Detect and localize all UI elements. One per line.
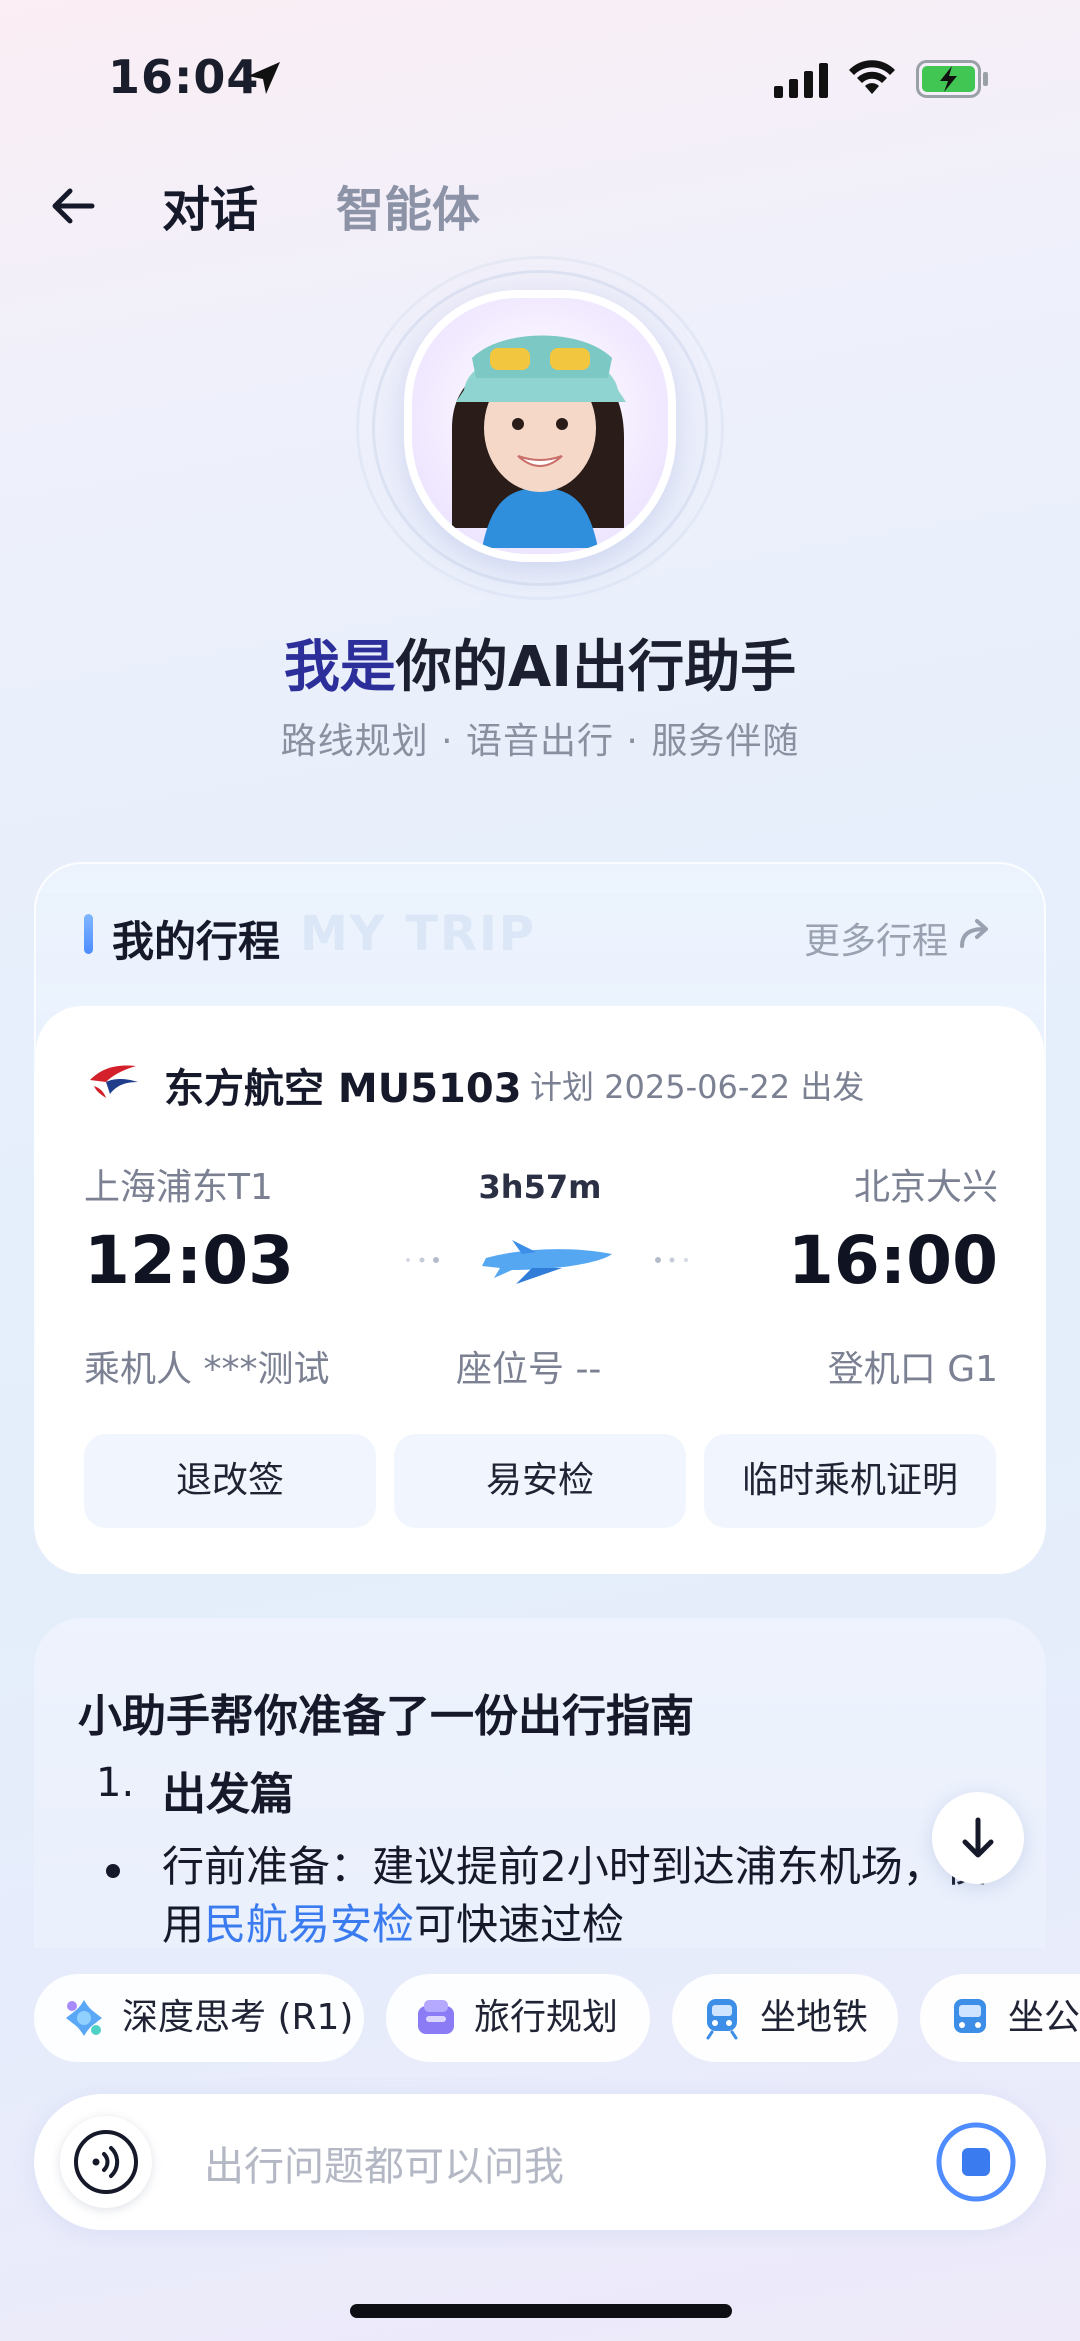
assistant-avatar-area (352, 256, 728, 600)
status-time: 16:04 (108, 50, 260, 104)
stop-generation-button[interactable] (934, 2120, 1018, 2204)
chat-input-bar: 出行问题都可以问我 (34, 2094, 1046, 2230)
change-refund-button[interactable]: 退改签 (84, 1434, 376, 1528)
travel-planning-icon (418, 2000, 454, 2034)
guide-item-number: 1. (96, 1760, 135, 1806)
temporary-boarding-pass-button[interactable]: 临时乘机证明 (704, 1434, 996, 1528)
signal-icon (774, 63, 828, 98)
page-title: 我是你的AI出行助手 (283, 635, 797, 700)
china-eastern-logo-icon (90, 1065, 138, 1098)
back-arrow-icon[interactable] (46, 178, 102, 234)
flight-plan-date: 计划 2025-06-22 出发 (530, 1068, 865, 1106)
guide-title: 小助手帮你准备了一份出行指南 (78, 1691, 694, 1742)
trip-watermark: MY TRIP (300, 906, 536, 962)
voice-wave-icon (74, 2130, 138, 2194)
chip-subway[interactable]: 坐地铁 (672, 1974, 898, 2062)
page-subtitle: 路线规划 · 语音出行 · 服务伴随 (280, 721, 800, 762)
seat-number: 座位号 -- (456, 1349, 602, 1390)
flight-detail-card[interactable]: 东方航空 MU5103 计划 2025-06-22 出发 上海浦东T1 3h57… (36, 1006, 1044, 1574)
bullet-dot (106, 1864, 120, 1878)
arrow-down-icon (962, 1817, 994, 1858)
more-trips-link[interactable]: 更多行程 (804, 912, 948, 964)
battery-charging-icon (916, 60, 988, 98)
trip-section-title: 我的行程 (112, 917, 281, 966)
travel-guide-message: 小助手帮你准备了一份出行指南 1. 出发篇 行前准备：建议提前2小时到达浦东机场… (34, 1618, 1046, 1948)
status-bar: 16:04 (0, 0, 1080, 150)
bus-icon (954, 1999, 986, 2033)
chip-bus[interactable]: 坐公交 (920, 1974, 1080, 2062)
assistant-portrait-image (452, 335, 626, 548)
chip-deep-think[interactable]: 深度思考 (R1) (34, 1974, 364, 2062)
chat-input[interactable]: 出行问题都可以问我 (204, 2134, 564, 2192)
subway-icon (706, 1999, 738, 2040)
section-accent-bar (84, 914, 93, 954)
tab-agent[interactable]: 智能体 (336, 170, 480, 240)
boarding-gate: 登机口 G1 (827, 1349, 998, 1390)
quick-action-chips: 深度思考 (R1) 旅行规划 坐地铁 坐公交 (0, 1970, 1080, 2066)
wifi-icon (849, 60, 895, 94)
arrival-airport: 北京大兴 (853, 1167, 998, 1208)
deep-think-icon (66, 2000, 102, 2036)
arrival-time: 16:00 (787, 1222, 998, 1299)
airline-flight-number: 东方航空 MU5103 (164, 1066, 522, 1112)
location-arrow-icon (248, 62, 280, 94)
tab-dialog[interactable]: 对话 (162, 170, 258, 240)
scroll-to-bottom-button[interactable] (932, 1792, 1024, 1884)
chip-travel-planning[interactable]: 旅行规划 (386, 1974, 650, 2062)
home-indicator (350, 2304, 732, 2318)
airplane-icon (406, 1240, 688, 1284)
voice-input-button[interactable] (60, 2116, 152, 2208)
assistant-avatar[interactable] (404, 290, 676, 562)
easy-security-link[interactable]: 民航易安检 (204, 1900, 414, 1948)
guide-item-heading: 出发篇 (162, 1769, 294, 1820)
guide-item-text: 行前准备：建议提前2小时到达浦东机场，使用民航易安检可快速过检 (162, 1842, 987, 1948)
departure-time: 12:03 (84, 1222, 295, 1299)
passenger-name: 乘机人 ***测试 (84, 1349, 330, 1390)
my-trip-card: 我的行程 MY TRIP 更多行程 东方航空 MU5103 计划 2025-06… (34, 862, 1046, 1574)
forward-arrow-icon[interactable] (958, 916, 996, 950)
easy-security-button[interactable]: 易安检 (394, 1434, 686, 1528)
